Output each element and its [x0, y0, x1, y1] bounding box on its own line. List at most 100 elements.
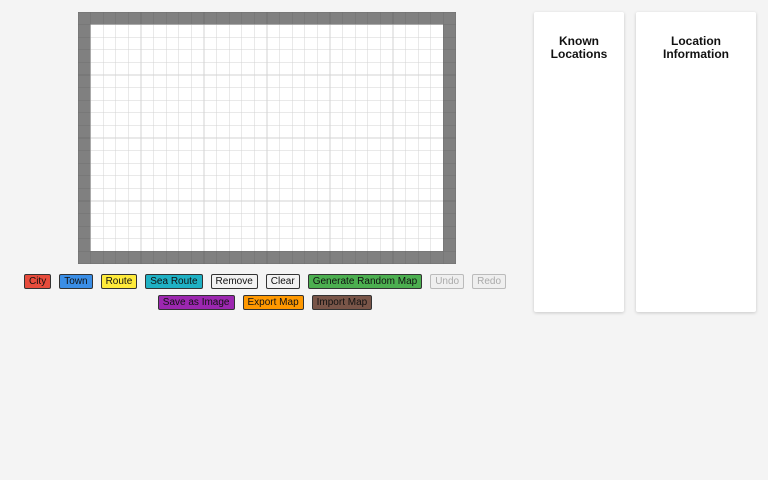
- map-border-cell[interactable]: [317, 251, 331, 264]
- map-cell[interactable]: [102, 225, 117, 240]
- map-cell[interactable]: [140, 74, 154, 88]
- map-cell[interactable]: [241, 150, 255, 164]
- map-cell[interactable]: [254, 125, 268, 139]
- map-cell[interactable]: [153, 213, 167, 227]
- map-cell[interactable]: [216, 99, 230, 114]
- map-border-cell[interactable]: [228, 12, 243, 25]
- map-border-cell[interactable]: [241, 12, 255, 25]
- map-cell[interactable]: [367, 74, 381, 88]
- map-cell[interactable]: [329, 125, 343, 139]
- map-cell[interactable]: [342, 175, 356, 189]
- map-cell[interactable]: [254, 137, 268, 151]
- map-cell[interactable]: [216, 87, 230, 101]
- map-border-cell[interactable]: [228, 251, 243, 264]
- map-cell[interactable]: [178, 238, 192, 252]
- map-border-cell[interactable]: [115, 251, 129, 264]
- map-cell[interactable]: [115, 125, 129, 139]
- map-cell[interactable]: [279, 213, 293, 227]
- map-cell[interactable]: [317, 137, 331, 151]
- map-cell[interactable]: [203, 162, 217, 177]
- map-cell[interactable]: [216, 150, 230, 164]
- map-cell[interactable]: [367, 213, 381, 227]
- map-cell[interactable]: [380, 125, 394, 139]
- map-cell[interactable]: [254, 24, 268, 38]
- map-border-cell[interactable]: [216, 251, 230, 264]
- redo-button[interactable]: Redo: [472, 274, 507, 289]
- map-border-cell[interactable]: [165, 251, 180, 264]
- map-border-cell[interactable]: [266, 251, 280, 264]
- map-cell[interactable]: [329, 137, 343, 151]
- map-border-cell[interactable]: [78, 251, 91, 264]
- map-cell[interactable]: [191, 87, 205, 101]
- map-cell[interactable]: [165, 225, 180, 240]
- map-cell[interactable]: [165, 62, 180, 76]
- map-cell[interactable]: [266, 99, 280, 114]
- map-border-cell[interactable]: [430, 251, 444, 264]
- map-cell[interactable]: [115, 87, 129, 101]
- map-cell[interactable]: [216, 188, 230, 202]
- city-button[interactable]: City: [23, 274, 52, 289]
- map-border-cell[interactable]: [78, 125, 91, 139]
- map-border-cell[interactable]: [191, 12, 205, 25]
- map-cell[interactable]: [405, 213, 419, 227]
- map-cell[interactable]: [367, 137, 381, 151]
- map-cell[interactable]: [430, 175, 444, 189]
- map-cell[interactable]: [203, 74, 217, 88]
- map-cell[interactable]: [241, 62, 255, 76]
- map-cell[interactable]: [279, 162, 293, 177]
- map-cell[interactable]: [128, 36, 142, 51]
- map-cell[interactable]: [266, 225, 280, 240]
- map-cell[interactable]: [279, 150, 293, 164]
- map-border-cell[interactable]: [102, 251, 117, 264]
- map-cell[interactable]: [279, 49, 293, 63]
- map-cell[interactable]: [140, 150, 154, 164]
- map-cell[interactable]: [417, 49, 432, 63]
- map-cell[interactable]: [354, 112, 369, 126]
- map-cell[interactable]: [380, 137, 394, 151]
- map-cell[interactable]: [367, 188, 381, 202]
- map-border-cell[interactable]: [304, 251, 318, 264]
- map-cell[interactable]: [140, 238, 154, 252]
- map-cell[interactable]: [354, 137, 369, 151]
- map-cell[interactable]: [153, 137, 167, 151]
- map-cell[interactable]: [178, 87, 192, 101]
- map-cell[interactable]: [417, 150, 432, 164]
- map-cell[interactable]: [317, 24, 331, 38]
- map-cell[interactable]: [115, 200, 129, 214]
- map-cell[interactable]: [140, 213, 154, 227]
- map-cell[interactable]: [241, 36, 255, 51]
- map-cell[interactable]: [304, 175, 318, 189]
- map-cell[interactable]: [102, 213, 117, 227]
- map-cell[interactable]: [430, 188, 444, 202]
- map-cell[interactable]: [102, 238, 117, 252]
- map-border-cell[interactable]: [443, 12, 456, 25]
- map-cell[interactable]: [140, 200, 154, 214]
- map-cell[interactable]: [342, 62, 356, 76]
- map-cell[interactable]: [90, 49, 104, 63]
- map-cell[interactable]: [380, 150, 394, 164]
- map-border-cell[interactable]: [115, 12, 129, 25]
- map-cell[interactable]: [317, 49, 331, 63]
- map-cell[interactable]: [342, 162, 356, 177]
- map-cell[interactable]: [178, 162, 192, 177]
- map-border-cell[interactable]: [128, 12, 142, 25]
- map-cell[interactable]: [115, 99, 129, 114]
- map-cell[interactable]: [405, 137, 419, 151]
- map-cell[interactable]: [354, 74, 369, 88]
- map-border-cell[interactable]: [78, 188, 91, 202]
- map-cell[interactable]: [165, 175, 180, 189]
- map-cell[interactable]: [329, 200, 343, 214]
- map-border-cell[interactable]: [354, 251, 369, 264]
- map-cell[interactable]: [317, 87, 331, 101]
- map-border-cell[interactable]: [443, 150, 456, 164]
- save-as-image-button[interactable]: Save as Image: [157, 295, 235, 310]
- map-cell[interactable]: [392, 125, 406, 139]
- map-border-cell[interactable]: [216, 12, 230, 25]
- map-cell[interactable]: [254, 188, 268, 202]
- map-cell[interactable]: [203, 175, 217, 189]
- map-cell[interactable]: [266, 87, 280, 101]
- map-border-cell[interactable]: [443, 162, 456, 177]
- map-cell[interactable]: [178, 74, 192, 88]
- town-button[interactable]: Town: [59, 274, 93, 289]
- map-border-cell[interactable]: [140, 251, 154, 264]
